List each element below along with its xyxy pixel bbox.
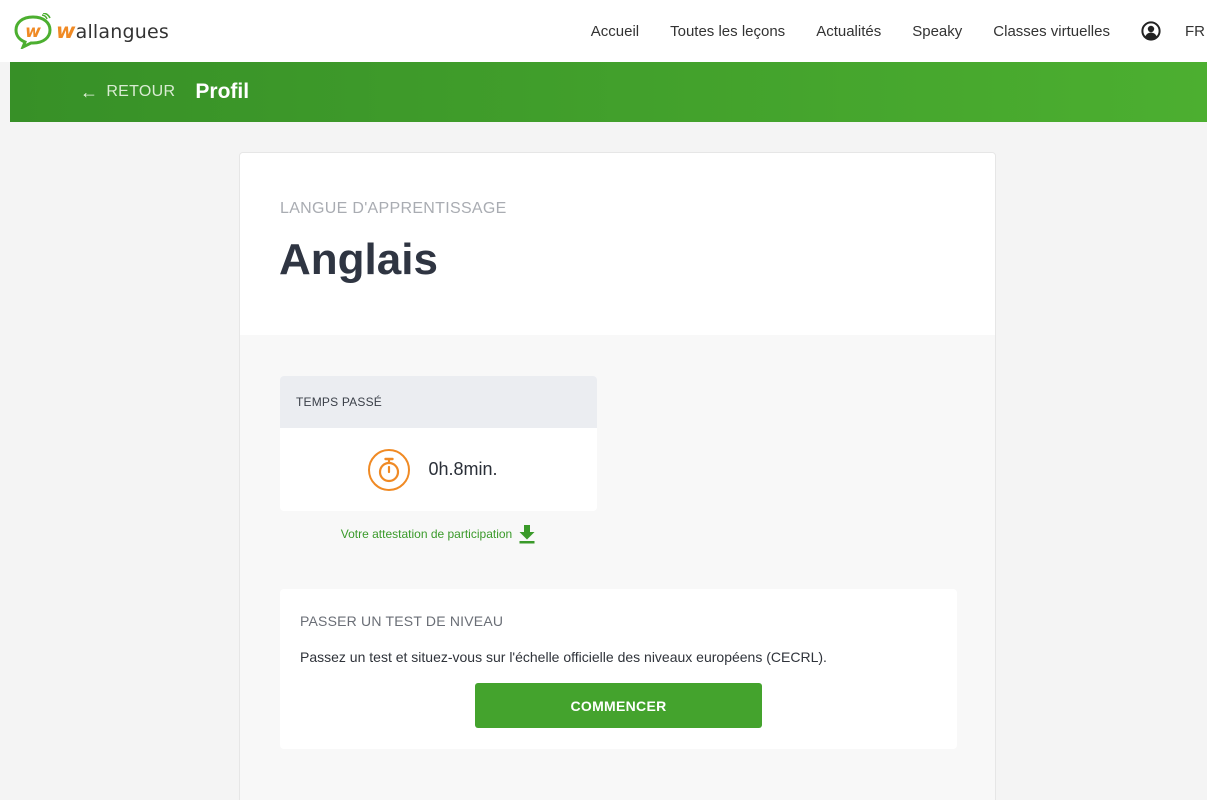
nav-link-classes-virtuelles[interactable]: Classes virtuelles (993, 23, 1110, 40)
nav-link-speaky[interactable]: Speaky (912, 23, 962, 40)
time-spent-value: 0h.8min. (428, 459, 498, 479)
certificate-download-link[interactable]: Votre attestation de participation (280, 524, 597, 544)
time-spent-panel: TEMPS PASSÉ 0h.8min. (280, 376, 597, 511)
profile-card: LANGUE D'APPRENTISSAGE Anglais TEMPS PAS… (239, 152, 996, 800)
download-icon (518, 524, 536, 544)
logo-icon: w (12, 13, 54, 49)
nav-link-toutes-les-lecons[interactable]: Toutes les leçons (670, 23, 785, 40)
certificate-label: Votre attestation de participation (340, 527, 513, 541)
nav-links: Accueil Toutes les leçons Actualités Spe… (591, 0, 1207, 62)
start-test-button[interactable]: COMMENCER (475, 683, 762, 728)
time-spent-title: TEMPS PASSÉ (280, 376, 597, 428)
user-circle-icon[interactable] (1141, 21, 1161, 41)
stopwatch-icon (367, 448, 411, 492)
learning-language-label: LANGUE D'APPRENTISSAGE (280, 200, 507, 217)
nav-link-actualites[interactable]: Actualités (816, 23, 881, 40)
page-header-bar: ← RETOUR Profil (10, 62, 1207, 122)
language-header: LANGUE D'APPRENTISSAGE Anglais (240, 153, 995, 335)
level-test-panel: PASSER UN TEST DE NIVEAU Passez un test … (280, 589, 957, 749)
language-selector[interactable]: FR (1185, 23, 1205, 40)
level-test-description: Passez un test et situez-vous sur l'éche… (300, 649, 827, 665)
logo-w-letter: w (25, 22, 41, 42)
arrow-left-icon: ← (80, 81, 99, 102)
wallangues-logo[interactable]: w wallangues (12, 13, 169, 49)
time-spent-body: 0h.8min. (280, 428, 597, 511)
page-title: Profil (195, 80, 250, 103)
logo-text: wallangues (56, 19, 169, 43)
nav-link-accueil[interactable]: Accueil (591, 23, 639, 40)
logo-initial: w (56, 19, 76, 43)
back-button[interactable]: ← RETOUR (80, 82, 175, 103)
learning-language-name: Anglais (279, 235, 438, 284)
top-navigation: w wallangues Accueil Toutes les leçons A… (0, 0, 1207, 62)
back-label: RETOUR (106, 83, 176, 100)
level-test-title: PASSER UN TEST DE NIVEAU (300, 613, 504, 629)
logo-name-rest: allangues (75, 21, 169, 43)
